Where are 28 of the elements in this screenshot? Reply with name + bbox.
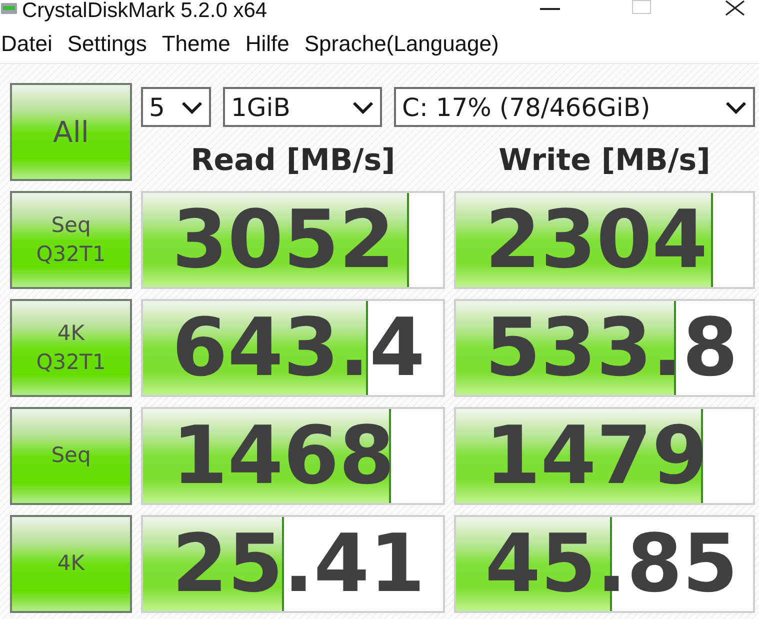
result-value: 45.85 (484, 517, 738, 611)
maximize-icon[interactable] (632, 0, 651, 14)
result-value: 3052 (171, 193, 395, 287)
close-icon[interactable] (725, 0, 745, 16)
result-value: 2304 (484, 193, 708, 287)
dropdown[interactable]: C: 17% (78/466GiB) (394, 87, 755, 127)
menu-item[interactable]: Hilfe (245, 30, 290, 56)
all-button[interactable]: All (10, 83, 132, 181)
chevron-down-icon (181, 100, 203, 114)
minimize-icon[interactable] (540, 8, 560, 10)
window-title: CrystalDiskMark 5.2.0 x64 (22, 0, 268, 22)
menu-item[interactable]: Settings (67, 30, 147, 56)
dropdown[interactable]: 5 (141, 87, 211, 127)
test-button[interactable]: 4K (10, 515, 132, 613)
column-header: Read [MB/s] (190, 142, 396, 180)
test-button[interactable]: Seq Q32T1 (10, 191, 132, 289)
dropdown[interactable]: 1GiB (223, 87, 382, 127)
column-header: Write [MB/s] (498, 142, 712, 180)
drive-icon (0, 1, 18, 15)
test-button[interactable]: Seq (10, 407, 132, 505)
result-value: 1468 (171, 409, 395, 503)
result-value: 1479 (484, 409, 708, 503)
chevron-down-icon (725, 100, 747, 114)
test-button[interactable]: 4K Q32T1 (10, 299, 132, 397)
menu-item[interactable]: Sprache(Language) (304, 30, 499, 56)
chevron-down-icon (352, 100, 374, 114)
menu-item[interactable]: Theme (162, 30, 230, 56)
menu-item[interactable]: Datei (1, 30, 52, 56)
